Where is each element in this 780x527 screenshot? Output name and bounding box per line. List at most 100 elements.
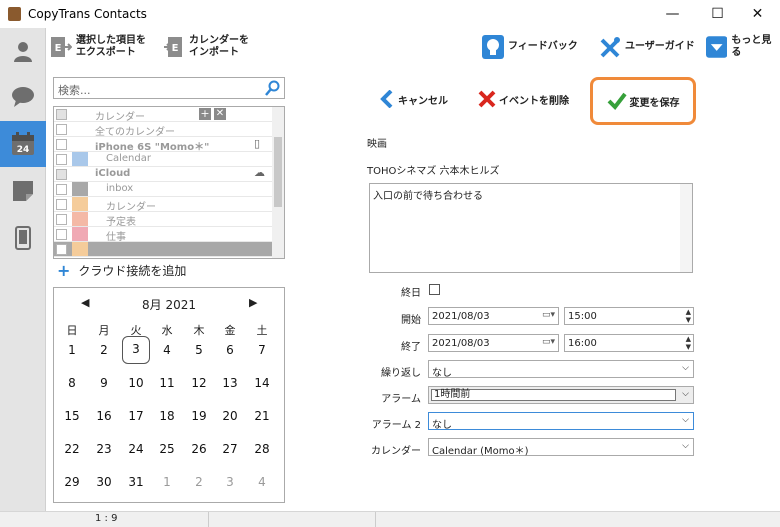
calendar-day-selected[interactable]: 3 xyxy=(122,336,150,364)
allday-checkbox[interactable] xyxy=(429,284,440,295)
calendar-day[interactable]: 27 xyxy=(216,435,244,463)
contacts-nav-item[interactable] xyxy=(0,28,46,74)
date-dropdown-icon[interactable]: ▭▾ xyxy=(542,337,555,347)
calendar-day[interactable]: 2 xyxy=(185,468,213,496)
next-month-icon[interactable]: ▶ xyxy=(249,296,257,309)
add-cloud-button[interactable]: + クラウド接続を追加 xyxy=(53,260,285,280)
start-time-input[interactable]: 15:00 ▲ ▼ xyxy=(564,307,694,325)
device-nav-item[interactable] xyxy=(0,215,46,261)
calendar-checkbox[interactable] xyxy=(56,184,67,195)
calendar-nav-item[interactable]: 24 xyxy=(0,121,46,167)
calendar-list-item[interactable] xyxy=(54,242,274,257)
calendar-day[interactable]: 30 xyxy=(90,468,118,496)
calendar-checkbox[interactable] xyxy=(56,139,67,150)
calendar-checkbox[interactable] xyxy=(56,109,67,120)
calendar-day[interactable]: 10 xyxy=(122,369,150,397)
more-button[interactable]: もっと見る xyxy=(706,35,780,59)
time-spinner-icon[interactable]: ▲ ▼ xyxy=(686,335,691,351)
calendar-day[interactable]: 4 xyxy=(248,468,276,496)
calendar-day[interactable]: 11 xyxy=(153,369,181,397)
calendar-day[interactable]: 22 xyxy=(58,435,86,463)
calendar-list-item[interactable]: 予定表 xyxy=(54,212,274,228)
notes-nav-item[interactable] xyxy=(0,168,46,214)
maximize-button[interactable]: ☐ xyxy=(695,0,740,28)
calendar-list-item[interactable]: Calendar xyxy=(54,152,274,167)
alarm-select[interactable]: 1時間前 ⌵ xyxy=(428,386,694,404)
calendar-list-item[interactable]: inbox xyxy=(54,182,274,197)
calendar-day[interactable]: 8 xyxy=(58,369,86,397)
calendar-day[interactable]: 14 xyxy=(248,369,276,397)
feedback-button[interactable]: フィードバック xyxy=(482,35,578,59)
import-button[interactable]: E カレンダーを インポート xyxy=(163,35,249,59)
repeat-select[interactable]: なし ⌵ xyxy=(428,360,694,379)
calendar-day[interactable]: 17 xyxy=(122,402,150,430)
calendar-day[interactable]: 12 xyxy=(185,369,213,397)
calendar-day[interactable]: 7 xyxy=(248,336,276,364)
start-date-picker[interactable]: 2021/08/03 ▭▾ xyxy=(428,307,559,325)
calendar-day[interactable]: 4 xyxy=(153,336,181,364)
calendar-list-item[interactable]: iCloud ☁ xyxy=(54,166,274,182)
calendar-day[interactable]: 6 xyxy=(216,336,244,364)
save-changes-button[interactable]: 変更を保存 xyxy=(590,77,696,125)
calendar-day[interactable]: 28 xyxy=(248,435,276,463)
calendar-day[interactable]: 1 xyxy=(58,336,86,364)
calendar-day[interactable]: 5 xyxy=(185,336,213,364)
calendar-day[interactable]: 25 xyxy=(153,435,181,463)
calendar-day[interactable]: 26 xyxy=(185,435,213,463)
calendar-list-item[interactable]: 仕事 xyxy=(54,227,274,243)
calendar-day[interactable]: 3 xyxy=(216,468,244,496)
cancel-button[interactable]: キャンセル xyxy=(380,90,448,108)
scrollbar-thumb[interactable] xyxy=(274,137,282,207)
calendar-day[interactable]: 1 xyxy=(153,468,181,496)
calendar-day[interactable]: 2 xyxy=(90,336,118,364)
calendar-day[interactable]: 23 xyxy=(90,435,118,463)
calendar-checkbox[interactable] xyxy=(56,199,67,210)
calendar-select[interactable]: Calendar (Momo＊) ⌵ xyxy=(428,438,694,457)
calendar-day[interactable]: 24 xyxy=(122,435,150,463)
calendar-checkbox[interactable] xyxy=(56,124,67,135)
calendar-checkbox[interactable] xyxy=(56,229,67,240)
calendar-day[interactable]: 29 xyxy=(58,468,86,496)
user-guide-button[interactable]: ユーザーガイド xyxy=(599,35,695,59)
note-icon xyxy=(13,181,33,201)
search-input[interactable]: 検索... xyxy=(53,77,285,99)
event-location[interactable]: TOHOシネマズ 六本木ヒルズ xyxy=(367,162,500,177)
end-time-input[interactable]: 16:00 ▲ ▼ xyxy=(564,334,694,352)
calendar-checkbox[interactable] xyxy=(56,169,67,180)
calendar-checkbox[interactable] xyxy=(56,154,67,165)
list-scrollbar[interactable] xyxy=(272,107,284,258)
event-notes-textarea[interactable]: 入口の前で待ち合わせる xyxy=(369,183,693,273)
calendar-day[interactable]: 19 xyxy=(185,402,213,430)
calendar-day[interactable]: 31 xyxy=(122,468,150,496)
search-icon[interactable] xyxy=(265,80,281,96)
calendar-list-item[interactable]: iPhone 6S "Momo＊" ▯ xyxy=(54,137,274,153)
calendar-day[interactable]: 16 xyxy=(90,402,118,430)
notes-scrollbar[interactable] xyxy=(680,184,692,272)
calendar-day[interactable]: 9 xyxy=(90,369,118,397)
alarm2-select[interactable]: なし ⌵ xyxy=(428,412,694,431)
date-dropdown-icon[interactable]: ▭▾ xyxy=(542,310,555,320)
calendar-day[interactable]: 13 xyxy=(216,369,244,397)
close-button[interactable]: ✕ xyxy=(735,0,780,28)
more-label: もっと見る xyxy=(731,35,772,58)
event-title[interactable]: 映画 xyxy=(367,135,387,150)
end-date-picker[interactable]: 2021/08/03 ▭▾ xyxy=(428,334,559,352)
calendar-day[interactable]: 15 xyxy=(58,402,86,430)
export-button[interactable]: E 選択した項目を エクスポート xyxy=(50,35,146,59)
remove-calendar-icon[interactable]: ✕ xyxy=(214,108,226,120)
time-spinner-icon[interactable]: ▲ ▼ xyxy=(686,308,691,324)
calendar-list-item[interactable]: カレンダー xyxy=(54,197,274,213)
delete-event-button[interactable]: イベントを削除 xyxy=(478,90,569,108)
calendar-list-item[interactable]: 全てのカレンダー xyxy=(54,122,274,138)
add-calendar-icon[interactable]: + xyxy=(199,108,211,120)
calendar-day[interactable]: 18 xyxy=(153,402,181,430)
calendar-list-item[interactable]: カレンダー xyxy=(54,107,274,123)
svg-text:E: E xyxy=(55,43,62,54)
calendar-checkbox[interactable] xyxy=(56,214,67,225)
app-icon xyxy=(8,7,21,21)
calendar-checkbox[interactable] xyxy=(56,244,67,255)
messages-nav-item[interactable] xyxy=(0,74,46,120)
calendar-day[interactable]: 20 xyxy=(216,402,244,430)
calendar-day[interactable]: 21 xyxy=(248,402,276,430)
minimize-button[interactable]: — xyxy=(650,0,695,28)
